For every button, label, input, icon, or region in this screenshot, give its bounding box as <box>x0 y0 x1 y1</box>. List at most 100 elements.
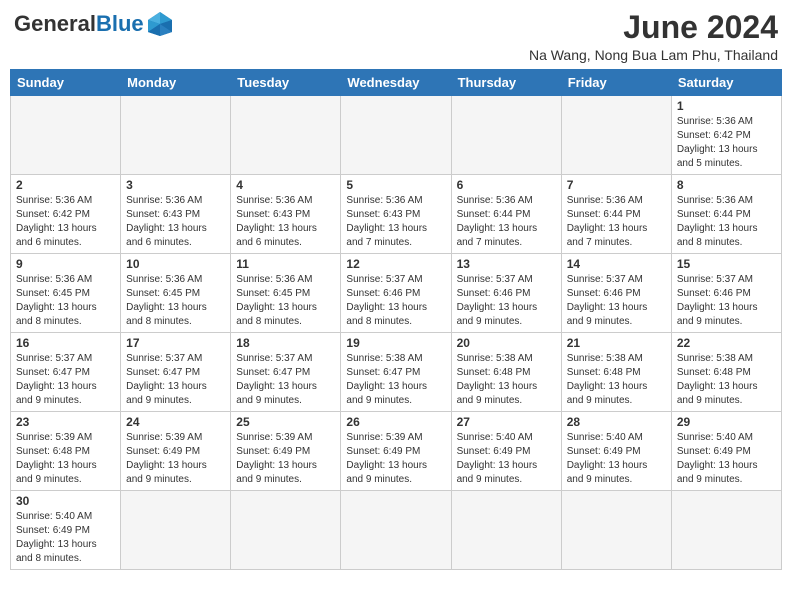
calendar-cell: 18 Sunrise: 5:37 AMSunset: 6:47 PMDayligh… <box>231 333 341 412</box>
calendar-cell: 1 Sunrise: 5:36 AMSunset: 6:42 PMDaylight… <box>671 96 781 175</box>
weekday-header-row: SundayMondayTuesdayWednesdayThursdayFrid… <box>11 70 782 96</box>
day-number: 3 <box>126 178 225 192</box>
day-number: 15 <box>677 257 776 271</box>
day-number: 26 <box>346 415 445 429</box>
calendar-cell: 30 Sunrise: 5:40 AMSunset: 6:49 PMDayligh… <box>11 491 121 570</box>
day-number: 1 <box>677 99 776 113</box>
day-number: 8 <box>677 178 776 192</box>
logo-text: GeneralBlue <box>14 10 174 38</box>
day-info: Sunrise: 5:36 AMSunset: 6:44 PMDaylight:… <box>567 194 666 250</box>
calendar-cell: 16 Sunrise: 5:37 AMSunset: 6:47 PMDayligh… <box>11 333 121 412</box>
title-area: June 2024 Na Wang, Nong Bua Lam Phu, Tha… <box>529 10 778 63</box>
calendar-cell <box>121 491 231 570</box>
day-number: 19 <box>346 336 445 350</box>
calendar-cell: 8 Sunrise: 5:36 AMSunset: 6:44 PMDaylight… <box>671 175 781 254</box>
week-row-6: 30 Sunrise: 5:40 AMSunset: 6:49 PMDayligh… <box>11 491 782 570</box>
calendar-cell <box>561 96 671 175</box>
day-info: Sunrise: 5:36 AMSunset: 6:43 PMDaylight:… <box>126 194 225 250</box>
calendar-cell: 11 Sunrise: 5:36 AMSunset: 6:45 PMDayligh… <box>231 254 341 333</box>
location-title: Na Wang, Nong Bua Lam Phu, Thailand <box>529 47 778 63</box>
day-number: 14 <box>567 257 666 271</box>
week-row-2: 2 Sunrise: 5:36 AMSunset: 6:42 PMDaylight… <box>11 175 782 254</box>
day-number: 27 <box>457 415 556 429</box>
day-number: 16 <box>16 336 115 350</box>
logo: GeneralBlue <box>14 10 174 38</box>
day-info: Sunrise: 5:38 AMSunset: 6:48 PMDaylight:… <box>677 352 776 408</box>
calendar-cell: 28Sunrise: 5:40 AMSunset: 6:49 PMDayligh… <box>561 412 671 491</box>
day-number: 11 <box>236 257 335 271</box>
day-info: Sunrise: 5:37 AMSunset: 6:47 PMDaylight:… <box>16 352 115 408</box>
day-number: 10 <box>126 257 225 271</box>
month-title: June 2024 <box>529 10 778 45</box>
day-info: Sunrise: 5:37 AMSunset: 6:46 PMDaylight:… <box>677 273 776 329</box>
day-info: Sunrise: 5:36 AMSunset: 6:44 PMDaylight:… <box>457 194 556 250</box>
calendar-cell: 13 Sunrise: 5:37 AMSunset: 6:46 PMDayligh… <box>451 254 561 333</box>
calendar-table: SundayMondayTuesdayWednesdayThursdayFrid… <box>10 69 782 570</box>
calendar-cell: 29Sunrise: 5:40 AMSunset: 6:49 PMDayligh… <box>671 412 781 491</box>
calendar-cell: 21 Sunrise: 5:38 AMSunset: 6:48 PMDayligh… <box>561 333 671 412</box>
day-number: 9 <box>16 257 115 271</box>
day-info: Sunrise: 5:40 AMSunset: 6:49 PMDaylight:… <box>457 431 556 487</box>
calendar-cell: 10 Sunrise: 5:36 AMSunset: 6:45 PMDayligh… <box>121 254 231 333</box>
day-number: 12 <box>346 257 445 271</box>
calendar-cell <box>451 491 561 570</box>
weekday-header-monday: Monday <box>121 70 231 96</box>
day-number: 24 <box>126 415 225 429</box>
logo-blue: Blue <box>96 11 144 37</box>
day-info: Sunrise: 5:40 AMSunset: 6:49 PMDaylight:… <box>16 510 115 566</box>
day-info: Sunrise: 5:36 AMSunset: 6:45 PMDaylight:… <box>16 273 115 329</box>
calendar-cell: 23Sunrise: 5:39 AMSunset: 6:48 PMDayligh… <box>11 412 121 491</box>
day-number: 2 <box>16 178 115 192</box>
calendar-cell: 3 Sunrise: 5:36 AMSunset: 6:43 PMDaylight… <box>121 175 231 254</box>
day-number: 25 <box>236 415 335 429</box>
calendar-cell: 4Sunrise: 5:36 AMSunset: 6:43 PMDaylight… <box>231 175 341 254</box>
week-row-4: 16 Sunrise: 5:37 AMSunset: 6:47 PMDayligh… <box>11 333 782 412</box>
day-info: Sunrise: 5:39 AMSunset: 6:49 PMDaylight:… <box>126 431 225 487</box>
day-info: Sunrise: 5:37 AMSunset: 6:46 PMDaylight:… <box>567 273 666 329</box>
day-number: 7 <box>567 178 666 192</box>
weekday-header-tuesday: Tuesday <box>231 70 341 96</box>
day-number: 30 <box>16 494 115 508</box>
day-info: Sunrise: 5:40 AMSunset: 6:49 PMDaylight:… <box>677 431 776 487</box>
day-info: Sunrise: 5:38 AMSunset: 6:47 PMDaylight:… <box>346 352 445 408</box>
calendar-cell <box>231 491 341 570</box>
day-info: Sunrise: 5:36 AMSunset: 6:42 PMDaylight:… <box>677 115 776 171</box>
day-info: Sunrise: 5:37 AMSunset: 6:46 PMDaylight:… <box>346 273 445 329</box>
weekday-header-saturday: Saturday <box>671 70 781 96</box>
calendar-cell: 7 Sunrise: 5:36 AMSunset: 6:44 PMDaylight… <box>561 175 671 254</box>
calendar-cell: 25Sunrise: 5:39 AMSunset: 6:49 PMDayligh… <box>231 412 341 491</box>
calendar-cell: 6Sunrise: 5:36 AMSunset: 6:44 PMDaylight… <box>451 175 561 254</box>
calendar-cell: 2 Sunrise: 5:36 AMSunset: 6:42 PMDaylight… <box>11 175 121 254</box>
day-info: Sunrise: 5:37 AMSunset: 6:47 PMDaylight:… <box>236 352 335 408</box>
logo-icon <box>146 10 174 38</box>
day-number: 18 <box>236 336 335 350</box>
week-row-5: 23Sunrise: 5:39 AMSunset: 6:48 PMDayligh… <box>11 412 782 491</box>
day-number: 4 <box>236 178 335 192</box>
day-info: Sunrise: 5:38 AMSunset: 6:48 PMDaylight:… <box>567 352 666 408</box>
calendar-cell: 15 Sunrise: 5:37 AMSunset: 6:46 PMDayligh… <box>671 254 781 333</box>
calendar-cell: 9 Sunrise: 5:36 AMSunset: 6:45 PMDaylight… <box>11 254 121 333</box>
weekday-header-sunday: Sunday <box>11 70 121 96</box>
calendar-cell: 26Sunrise: 5:39 AMSunset: 6:49 PMDayligh… <box>341 412 451 491</box>
calendar-cell: 17Sunrise: 5:37 AMSunset: 6:47 PMDayligh… <box>121 333 231 412</box>
day-info: Sunrise: 5:36 AMSunset: 6:42 PMDaylight:… <box>16 194 115 250</box>
day-number: 13 <box>457 257 556 271</box>
calendar-cell <box>11 96 121 175</box>
day-number: 22 <box>677 336 776 350</box>
calendar-cell: 12 Sunrise: 5:37 AMSunset: 6:46 PMDayligh… <box>341 254 451 333</box>
calendar-cell: 20Sunrise: 5:38 AMSunset: 6:48 PMDayligh… <box>451 333 561 412</box>
day-info: Sunrise: 5:37 AMSunset: 6:46 PMDaylight:… <box>457 273 556 329</box>
header: GeneralBlue June 2024 Na Wang, Nong Bua … <box>10 10 782 63</box>
week-row-1: 1 Sunrise: 5:36 AMSunset: 6:42 PMDaylight… <box>11 96 782 175</box>
day-number: 5 <box>346 178 445 192</box>
day-number: 21 <box>567 336 666 350</box>
day-info: Sunrise: 5:36 AMSunset: 6:45 PMDaylight:… <box>126 273 225 329</box>
day-info: Sunrise: 5:36 AMSunset: 6:44 PMDaylight:… <box>677 194 776 250</box>
calendar-cell: 5Sunrise: 5:36 AMSunset: 6:43 PMDaylight… <box>341 175 451 254</box>
logo-general: General <box>14 11 96 37</box>
day-info: Sunrise: 5:36 AMSunset: 6:45 PMDaylight:… <box>236 273 335 329</box>
day-number: 23 <box>16 415 115 429</box>
calendar-cell: 22 Sunrise: 5:38 AMSunset: 6:48 PMDayligh… <box>671 333 781 412</box>
weekday-header-wednesday: Wednesday <box>341 70 451 96</box>
calendar-cell <box>671 491 781 570</box>
